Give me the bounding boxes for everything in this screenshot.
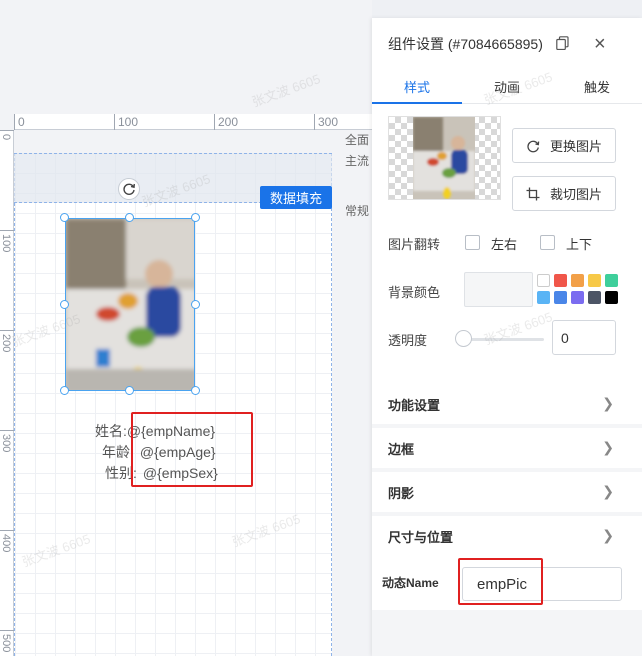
color-swatch-blue[interactable] — [554, 291, 567, 304]
section-size-position[interactable]: 尺寸与位置 ❯ — [372, 516, 642, 556]
vertical-ruler: 0 100 200 300 400 500 — [0, 130, 14, 656]
selected-image[interactable] — [65, 218, 195, 391]
section-border[interactable]: 边框 ❯ — [372, 428, 642, 468]
chevron-right-icon: ❯ — [602, 395, 614, 411]
resize-handle[interactable] — [191, 300, 200, 309]
color-swatch-light-blue[interactable] — [537, 291, 550, 304]
ruler-label: 0 — [0, 134, 12, 141]
ruler-label: 200 — [218, 115, 239, 129]
flip-ud-checkbox[interactable] — [540, 235, 555, 250]
crop-image-button[interactable]: 裁切图片 — [512, 176, 616, 211]
resize-handle[interactable] — [60, 386, 69, 395]
panel-tabs: 样式 动画 触发 — [372, 70, 642, 104]
bg-color-label: 背景颜色 — [388, 285, 441, 300]
section-label: 阴影 — [388, 485, 415, 501]
ruler-label: 300 — [318, 115, 339, 129]
crop-image-label: 裁切图片 — [549, 187, 602, 202]
replace-image-button[interactable]: 更换图片 — [512, 128, 616, 163]
highlight-box — [458, 558, 543, 605]
resize-handle[interactable] — [125, 213, 134, 222]
color-swatch-purple[interactable] — [571, 291, 584, 304]
color-swatch-black[interactable] — [605, 291, 618, 304]
section-label: 边框 — [388, 441, 415, 457]
crop-icon — [526, 187, 540, 200]
panel-header: 组件设置 (#7084665895) × — [372, 18, 642, 70]
flip-label: 图片翻转 — [388, 237, 441, 252]
opacity-label: 透明度 — [388, 333, 428, 348]
color-swatch-red[interactable] — [554, 274, 567, 287]
canvas-area[interactable]: 0 100 200 300 0 100 200 300 400 500 全面 主… — [0, 0, 372, 656]
section-shadow[interactable]: 阴影 ❯ — [372, 472, 642, 512]
chevron-right-icon: ❯ — [602, 483, 614, 499]
tab-animation[interactable]: 动画 — [462, 70, 552, 103]
tab-trigger[interactable]: 触发 — [552, 70, 642, 103]
replace-image-label: 更换图片 — [549, 139, 602, 154]
color-swatch-white[interactable] — [537, 274, 550, 287]
resize-handle[interactable] — [191, 213, 200, 222]
section-label: 尺寸与位置 — [388, 529, 454, 545]
close-icon[interactable]: × — [594, 33, 606, 56]
field-label: 姓名: — [95, 423, 127, 439]
opacity-slider-track[interactable] — [464, 338, 544, 341]
opacity-slider-handle[interactable] — [455, 330, 472, 347]
field-label: 年龄: — [102, 444, 134, 460]
chevron-right-icon: ❯ — [602, 439, 614, 455]
panel-title: 组件设置 (#7084665895) — [388, 36, 543, 52]
color-swatch-gray[interactable] — [588, 291, 601, 304]
color-swatch-green[interactable] — [605, 274, 618, 287]
section-label: 功能设置 — [388, 397, 441, 413]
image-thumbnail — [388, 116, 501, 200]
flip-ud-label: 上下 — [566, 237, 593, 252]
opacity-input[interactable]: 0 — [552, 320, 616, 355]
flip-lr-checkbox[interactable] — [465, 235, 480, 250]
copy-icon[interactable] — [556, 36, 569, 53]
ruler-label: 100 — [0, 234, 12, 253]
resize-handle[interactable] — [60, 213, 69, 222]
photo-image — [66, 219, 194, 390]
bg-color-preview[interactable] — [464, 272, 533, 307]
side-label: 主流 — [345, 154, 370, 168]
horizontal-ruler: 0 100 200 300 — [14, 114, 372, 130]
tab-style[interactable]: 样式 — [372, 70, 462, 104]
ruler-label: 300 — [0, 434, 12, 453]
color-swatch-orange[interactable] — [571, 274, 584, 287]
section-function-settings[interactable]: 功能设置 ❯ — [372, 384, 642, 424]
resize-handle[interactable] — [60, 300, 69, 309]
highlight-box — [131, 412, 253, 487]
flip-lr-label: 左右 — [491, 237, 518, 252]
ruler-label: 400 — [0, 534, 12, 553]
ruler-label: 200 — [0, 334, 12, 353]
refresh-icon — [527, 140, 540, 152]
ruler-label: 100 — [118, 115, 139, 129]
ruler-label: 500 — [0, 634, 12, 653]
watermark: 张文波 6605 — [249, 71, 323, 110]
side-label: 常规 — [345, 204, 370, 218]
style-settings: 更换图片 裁切图片 图片翻转 左右 上下 背景颜色 透明度 0 — [372, 104, 642, 400]
data-fill-tag[interactable]: 数据填充 — [260, 186, 332, 209]
side-label: 全面 — [345, 133, 370, 147]
resize-handle[interactable] — [125, 386, 134, 395]
ruler-label: 0 — [18, 115, 25, 129]
resize-handle[interactable] — [191, 386, 200, 395]
chevron-right-icon: ❯ — [602, 527, 614, 543]
color-swatch-yellow[interactable] — [588, 274, 601, 287]
dynamic-name-label: 动态Name — [382, 576, 439, 590]
rotate-icon[interactable] — [118, 178, 140, 200]
